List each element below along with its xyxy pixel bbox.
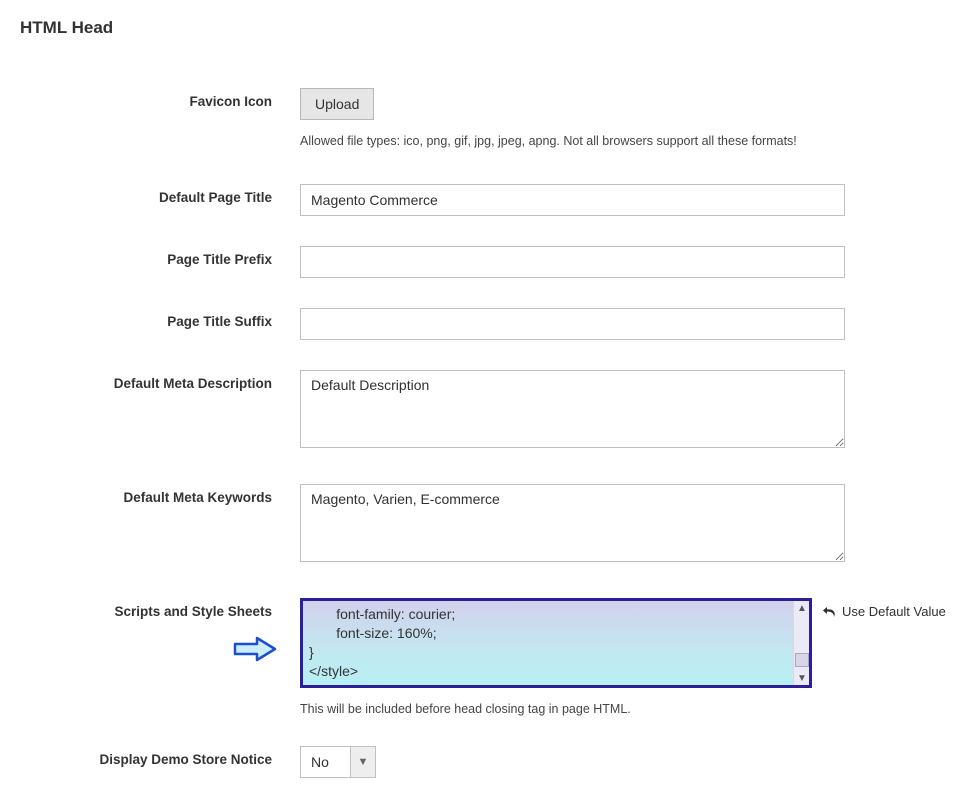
page-title-prefix-input[interactable] — [300, 246, 845, 278]
upload-button[interactable]: Upload — [300, 88, 374, 120]
row-demo-notice: Display Demo Store Notice No ▼ — [0, 746, 971, 778]
row-favicon: Favicon Icon Upload Allowed file types: … — [0, 88, 971, 148]
scroll-thumb[interactable] — [795, 653, 809, 667]
section-title: HTML Head — [0, 0, 971, 48]
favicon-hint: Allowed file types: ico, png, gif, jpg, … — [300, 134, 845, 148]
scroll-down-icon[interactable]: ▼ — [794, 671, 810, 685]
label-suffix: Page Title Suffix — [0, 308, 300, 329]
label-scripts: Scripts and Style Sheets — [0, 598, 300, 619]
use-default-value-link[interactable]: Use Default Value — [842, 604, 946, 619]
form-area: Favicon Icon Upload Allowed file types: … — [0, 88, 971, 778]
scrollbar[interactable]: ▲ ▼ — [793, 601, 809, 685]
label-prefix: Page Title Prefix — [0, 246, 300, 267]
label-scripts-text: Scripts and Style Sheets — [114, 604, 272, 619]
meta-keywords-textarea[interactable]: Magento, Varien, E-commerce — [300, 484, 845, 562]
label-meta-desc: Default Meta Description — [0, 370, 300, 391]
row-suffix: Page Title Suffix — [0, 308, 971, 340]
label-favicon: Favicon Icon — [0, 88, 300, 109]
demo-notice-select[interactable]: No ▼ — [300, 746, 845, 778]
scroll-up-icon[interactable]: ▲ — [794, 601, 810, 615]
row-prefix: Page Title Prefix — [0, 246, 971, 278]
undo-icon[interactable] — [822, 605, 838, 619]
page-title-suffix-input[interactable] — [300, 308, 845, 340]
chevron-down-icon[interactable]: ▼ — [350, 746, 376, 778]
scripts-content: font-family: courier; font-size: 160%; }… — [309, 605, 789, 681]
row-meta-keys: Default Meta Keywords Magento, Varien, E… — [0, 484, 971, 562]
scripts-textarea[interactable]: font-family: courier; font-size: 160%; }… — [300, 598, 812, 688]
demo-notice-value[interactable]: No — [300, 746, 350, 778]
row-meta-desc: Default Meta Description Default Descrip… — [0, 370, 971, 448]
label-demo-notice: Display Demo Store Notice — [0, 746, 300, 767]
row-page-title: Default Page Title — [0, 184, 971, 216]
default-page-title-input[interactable] — [300, 184, 845, 216]
label-page-title: Default Page Title — [0, 184, 300, 205]
scripts-hint: This will be included before head closin… — [300, 702, 812, 716]
row-scripts: Scripts and Style Sheets font-family: co… — [0, 598, 971, 716]
meta-description-textarea[interactable]: Default Description — [300, 370, 845, 448]
label-meta-keys: Default Meta Keywords — [0, 484, 300, 505]
arrow-annotation-icon — [233, 636, 277, 667]
